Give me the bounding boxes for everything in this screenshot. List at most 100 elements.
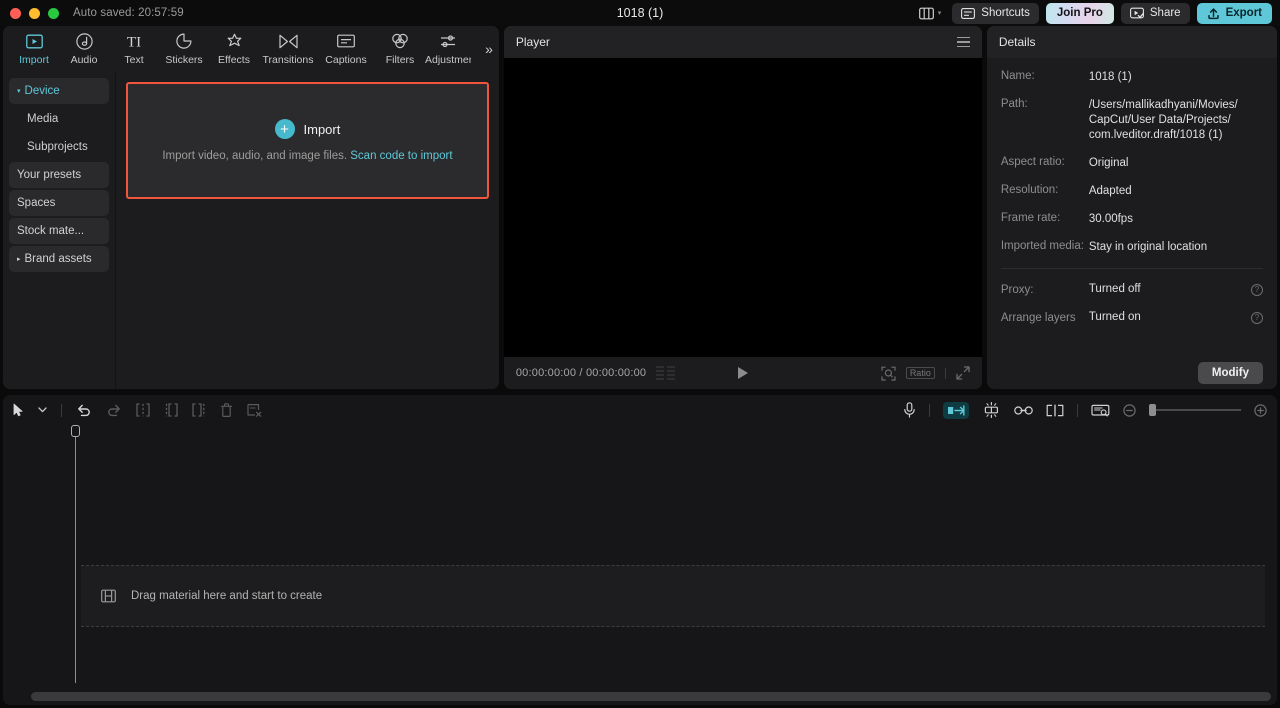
sidebar-item-your-presets[interactable]: Your presets [9,162,109,188]
library-tabs: Import Audio TI [3,26,499,72]
sidebar-item-spaces[interactable]: Spaces [9,190,109,216]
auto-fit-icon[interactable] [982,402,1001,418]
chevron-down-icon[interactable] [38,407,47,413]
timeline-tools-left [13,403,262,417]
layout-switch-button[interactable]: ▾ [915,5,946,22]
undo-icon[interactable] [76,403,92,417]
detail-row-frame-rate: Frame rate: 30.00fps [1001,212,1263,227]
sidebar-item-brand-assets[interactable]: ▸ Brand assets [9,246,109,272]
timeline-dropzone-text: Drag material here and start to create [131,590,322,602]
timeline-dropzone[interactable]: Drag material here and start to create [81,565,1265,627]
close-window-button[interactable] [10,8,21,19]
triangle-open-icon: ▾ [17,87,21,95]
zoom-out-icon[interactable] [1123,404,1136,417]
playhead-handle[interactable] [71,425,80,437]
minimize-window-button[interactable] [29,8,40,19]
hamburger-icon[interactable] [957,37,970,48]
tab-import-label: Import [19,54,49,66]
export-button[interactable]: Export [1197,3,1272,24]
zoom-slider[interactable] [1149,404,1241,416]
sidebar-item-media[interactable]: Media [9,106,109,132]
modify-button[interactable]: Modify [1198,362,1263,384]
keyboard-icon [961,8,975,19]
detail-key-path: Path: [1001,98,1089,110]
split-icon[interactable] [136,403,150,417]
zoom-slider-track[interactable] [1156,409,1241,411]
trim-left-icon[interactable] [164,403,178,417]
tab-adjustment[interactable]: Adjustment [425,27,471,71]
delete-icon[interactable] [220,403,233,417]
snap-icon[interactable] [943,402,969,419]
trim-right-icon[interactable] [192,403,206,417]
player-title: Player [516,35,550,49]
redo-icon[interactable] [106,403,122,417]
zoom-slider-knob[interactable] [1149,404,1156,416]
detail-row-arrange-layers: Arrange layers Turned on ? [1001,310,1263,325]
sidebar-item-subprojects[interactable]: Subprojects [9,134,109,160]
import-dropzone[interactable]: + Import Import video, audio, and image … [126,82,489,199]
zoom-fit-icon[interactable] [881,366,896,381]
path-line-2: CapCut/User Data/Projects/ [1089,113,1263,128]
play-icon[interactable] [738,367,748,379]
import-hint-text: Import video, audio, and image files. [162,150,347,162]
tab-effects-label: Effects [218,54,250,66]
help-icon-arrange-layers[interactable]: ? [1251,312,1263,324]
tab-captions[interactable]: Captions [317,27,375,71]
timecode-grid-icon[interactable] [656,366,675,380]
import-label: Import [304,122,341,137]
transitions-icon [279,33,298,50]
layout-icon [919,7,934,20]
cursor-icon[interactable] [13,403,24,417]
clear-icon[interactable] [247,403,262,417]
zoom-in-icon[interactable] [1254,404,1267,417]
detail-key-resolution: Resolution: [1001,184,1089,196]
tab-effects[interactable]: Effects [209,27,259,71]
tab-stickers[interactable]: Stickers [159,27,209,71]
join-pro-label: Join Pro [1057,7,1103,19]
tab-import[interactable]: Import [9,27,59,71]
export-label: Export [1226,7,1262,19]
preview-card-icon[interactable] [1091,403,1110,418]
help-icon-proxy[interactable]: ? [1251,284,1263,296]
microphone-icon[interactable] [903,402,916,418]
scan-code-link[interactable]: Scan code to import [350,150,452,162]
svg-text:TI: TI [127,34,141,49]
detail-value-arrange-layers: Turned on [1089,310,1251,325]
link-icon[interactable] [1014,405,1033,416]
import-icon [26,33,43,50]
window-controls[interactable]: Auto saved: 20:57:59 [10,7,184,19]
playhead[interactable] [75,429,76,683]
timeline-body[interactable]: Drag material here and start to create [3,425,1277,705]
panel-row: Import Audio TI [0,26,1280,392]
tab-stickers-label: Stickers [165,54,202,66]
ratio-button[interactable]: Ratio [906,367,935,379]
import-action[interactable]: + Import [275,119,341,139]
path-line-1: /Users/mallikadhyani/Movies/ [1089,98,1263,113]
toolbar-divider-right-2 [1077,404,1078,417]
timeline-track-area[interactable]: Drag material here and start to create [3,565,1277,627]
tab-audio[interactable]: Audio [59,27,109,71]
title-bar: Auto saved: 20:57:59 1018 (1) ▾ [0,0,1280,26]
tab-filters-label: Filters [386,54,415,66]
split-view-icon[interactable] [1046,404,1064,417]
shortcuts-button[interactable]: Shortcuts [952,3,1039,24]
film-icon [101,589,116,603]
sidebar-item-media-label: Media [27,113,58,125]
toolbar-divider [61,404,62,417]
adjustment-icon [439,33,457,50]
detail-row-path: Path: /Users/mallikadhyani/Movies/ CapCu… [1001,98,1263,143]
tab-filters[interactable]: Filters [375,27,425,71]
timeline-scrollbar[interactable] [3,691,1277,701]
sidebar-item-device[interactable]: ▾ Device [9,78,109,104]
detail-value-imported-media: Stay in original location [1089,240,1263,255]
sidebar-item-stock-materials[interactable]: Stock mate... [9,218,109,244]
join-pro-button[interactable]: Join Pro [1046,3,1114,24]
more-tabs-button[interactable]: » [485,42,493,56]
share-button[interactable]: Share [1121,3,1190,24]
tab-transitions[interactable]: Transitions [259,27,317,71]
fullscreen-icon[interactable] [956,366,970,380]
scrollbar-thumb[interactable] [31,692,1271,701]
maximize-window-button[interactable] [48,8,59,19]
player-stage[interactable] [504,58,982,357]
tab-text[interactable]: TI Text [109,27,159,71]
